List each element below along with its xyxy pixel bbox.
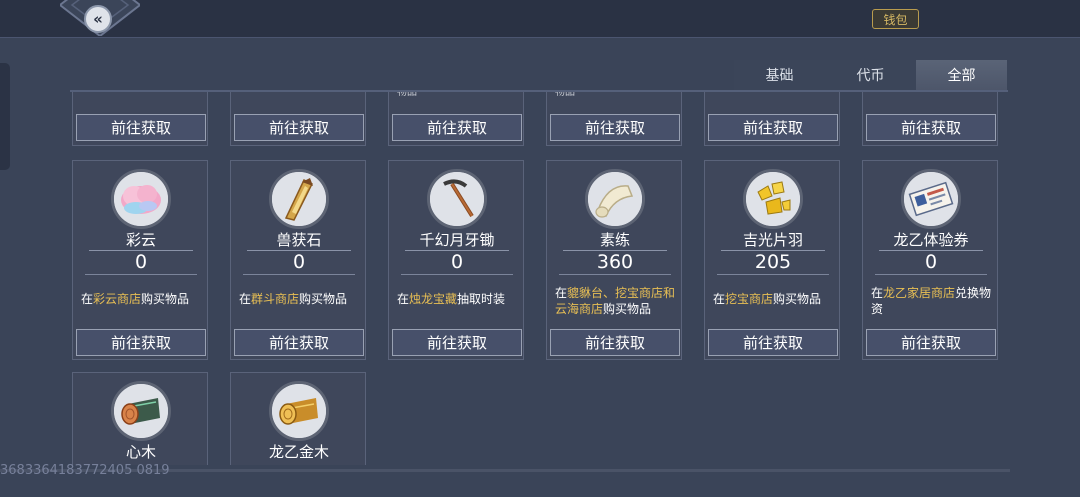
go-obtain-button[interactable]: 前往获取 [392, 329, 522, 356]
item-source-text: 在群斗商店购买物品 [239, 292, 348, 306]
golden-fang-stone-icon [272, 172, 326, 226]
divider [875, 274, 987, 275]
tab-bar: 基础 代币 全部 [734, 60, 1007, 92]
item-card: 物品 前往获取 [546, 92, 682, 146]
item-card: 吉光片羽 205 在挖宝商店购买物品 前往获取 [704, 160, 840, 360]
item-card: 兽获石 0 在群斗商店购买物品 前往获取 [230, 160, 366, 360]
go-obtain-button[interactable]: 前往获取 [392, 114, 522, 141]
item-name: 素练 [599, 231, 630, 249]
item-count: 0 [924, 251, 938, 273]
item-count: 360 [596, 251, 634, 273]
go-obtain-button[interactable]: 前往获取 [708, 329, 838, 356]
gold-fragments-icon [746, 172, 800, 226]
item-source-text: 在彩云商店购买物品 [81, 292, 190, 306]
go-obtain-button[interactable]: 前往获取 [550, 114, 680, 141]
go-obtain-button[interactable]: 前往获取 [708, 114, 838, 141]
tab-all[interactable]: 全部 [916, 60, 1007, 92]
item-source-text: 在挖宝商店购买物品 [713, 292, 822, 306]
item-icon-frame [111, 381, 171, 441]
back-button[interactable]: « [84, 5, 112, 33]
divider [559, 274, 671, 275]
item-count: 0 [292, 251, 306, 273]
item-desc-cut: 物品 [555, 92, 575, 98]
item-icon-frame [901, 169, 961, 229]
top-bar: « 钱包 [0, 0, 1080, 38]
item-card: 前往获取 [230, 92, 366, 146]
tab-tokens[interactable]: 代币 [825, 60, 916, 92]
tab-basic[interactable]: 基础 [734, 60, 825, 92]
ticket-icon [904, 172, 958, 226]
item-count: 0 [134, 251, 148, 273]
heart-wood-log-icon [114, 384, 168, 438]
item-card: 前往获取 [704, 92, 840, 146]
divider [85, 274, 197, 275]
shop-link-text: 挖宝商店 [725, 292, 774, 306]
item-card: 心木 [72, 372, 208, 465]
item-name: 吉光片羽 [742, 231, 803, 249]
item-icon-frame [585, 169, 645, 229]
player-uid: 3683364183772405 0819 [0, 463, 170, 478]
divider [401, 274, 513, 275]
divider [243, 274, 355, 275]
go-obtain-button[interactable]: 前往获取 [234, 329, 364, 356]
item-grid: 前往获取 前往获取 物品 前往获取 物品 前往获取 前往获取 前往获取 彩云 0 [0, 92, 1080, 465]
item-card: 前往获取 [72, 92, 208, 146]
item-name: 彩云 [125, 231, 156, 249]
pink-cloud-icon [114, 172, 168, 226]
item-icon-frame [269, 381, 329, 441]
item-source-text: 在烛龙宝藏抽取时装 [397, 292, 506, 306]
shop-link-text: 彩云商店 [93, 292, 142, 306]
wallet-button[interactable]: 钱包 [872, 9, 919, 29]
item-name: 心木 [125, 443, 156, 461]
item-name: 兽获石 [276, 231, 322, 249]
item-card: 龙乙体验券 0 在龙乙家居商店兑换物资 前往获取 [862, 160, 998, 360]
shop-link-text: 群斗商店 [251, 292, 300, 306]
go-obtain-button[interactable]: 前往获取 [234, 114, 364, 141]
cloth-roll-icon [588, 172, 642, 226]
item-count: 0 [450, 251, 464, 273]
go-obtain-button[interactable]: 前往获取 [866, 329, 996, 356]
item-source-text: 在龙乙家居商店兑换物资 [871, 286, 992, 316]
go-obtain-button[interactable]: 前往获取 [76, 329, 206, 356]
item-card: 彩云 0 在彩云商店购买物品 前往获取 [72, 160, 208, 360]
item-card: 前往获取 [862, 92, 998, 146]
item-name: 龙乙体验券 [893, 231, 969, 249]
item-name: 千幻月牙锄 [419, 231, 495, 249]
chevron-left-icon: « [93, 10, 103, 28]
item-icon-frame [269, 169, 329, 229]
item-source-text: 在貔貅台、挖宝商店和云海商店购买物品 [555, 286, 676, 316]
item-desc-cut: 物品 [397, 92, 417, 98]
item-card: 素练 360 在貔貅台、挖宝商店和云海商店购买物品 前往获取 [546, 160, 682, 360]
go-obtain-button[interactable]: 前往获取 [550, 329, 680, 356]
item-card: 龙乙金木 [230, 372, 366, 465]
shop-link-text: 烛龙宝藏 [409, 292, 458, 306]
golden-wood-log-icon [272, 384, 326, 438]
item-name: 龙乙金木 [268, 443, 329, 461]
divider [717, 274, 829, 275]
shop-link-text: 龙乙家居商店 [883, 286, 956, 300]
go-obtain-button[interactable]: 前往获取 [76, 114, 206, 141]
pickaxe-icon [430, 172, 484, 226]
item-icon-frame [111, 169, 171, 229]
item-card: 千幻月牙锄 0 在烛龙宝藏抽取时装 前往获取 [388, 160, 524, 360]
item-icon-frame [427, 169, 487, 229]
item-count: 205 [754, 251, 792, 273]
item-icon-frame [743, 169, 803, 229]
go-obtain-button[interactable]: 前往获取 [866, 114, 996, 141]
item-card: 物品 前往获取 [388, 92, 524, 146]
